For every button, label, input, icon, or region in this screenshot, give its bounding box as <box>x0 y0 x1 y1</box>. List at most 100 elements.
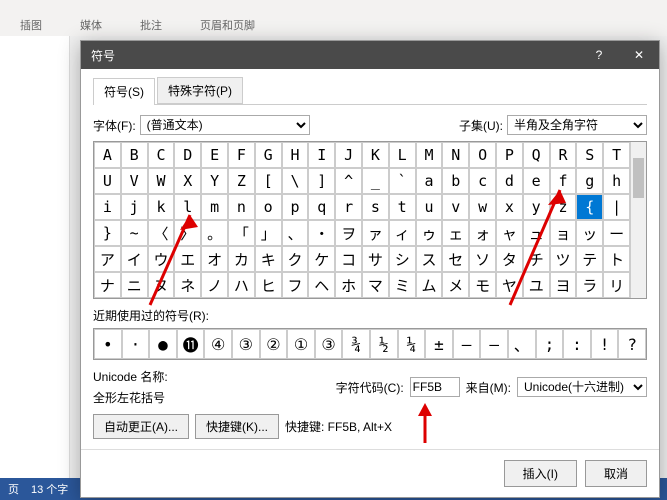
recent-cell[interactable]: ? <box>618 329 646 359</box>
shortcut-button[interactable]: 快捷键(K)... <box>195 414 279 439</box>
symbol-cell[interactable]: ュ <box>523 220 550 246</box>
symbol-cell[interactable]: P <box>496 142 523 168</box>
recent-cell[interactable]: — <box>453 329 481 359</box>
symbol-cell[interactable]: f <box>550 168 577 194</box>
symbol-cell[interactable]: A <box>94 142 121 168</box>
symbol-cell[interactable]: X <box>174 168 201 194</box>
recent-cell[interactable]: ¾ <box>342 329 370 359</box>
symbol-cell[interactable]: キ <box>255 246 282 272</box>
symbol-cell[interactable]: ァ <box>362 220 389 246</box>
symbol-cell[interactable]: D <box>174 142 201 168</box>
symbol-cell[interactable]: ォ <box>469 220 496 246</box>
symbol-cell[interactable]: エ <box>174 246 201 272</box>
symbol-cell[interactable]: 「 <box>228 220 255 246</box>
symbol-cell[interactable]: G <box>255 142 282 168</box>
symbol-cell[interactable]: シ <box>389 246 416 272</box>
symbol-cell[interactable]: ー <box>603 220 630 246</box>
symbol-cell[interactable]: ^ <box>335 168 362 194</box>
symbol-cell[interactable]: ト <box>603 246 630 272</box>
recent-cell[interactable]: ③ <box>315 329 343 359</box>
symbol-cell[interactable]: マ <box>362 272 389 298</box>
recent-cell[interactable]: ! <box>591 329 619 359</box>
cancel-button[interactable]: 取消 <box>585 460 647 487</box>
symbol-cell[interactable]: ヤ <box>496 272 523 298</box>
symbol-cell[interactable]: サ <box>362 246 389 272</box>
symbol-cell[interactable]: H <box>282 142 309 168</box>
symbol-cell[interactable]: p <box>282 194 309 220</box>
symbol-cell[interactable]: イ <box>121 246 148 272</box>
symbol-cell[interactable]: j <box>121 194 148 220</box>
symbol-cell[interactable]: モ <box>469 272 496 298</box>
help-button[interactable]: ? <box>579 41 619 69</box>
symbol-cell[interactable]: ャ <box>496 220 523 246</box>
recent-cell[interactable]: ½ <box>370 329 398 359</box>
symbol-cell[interactable]: { <box>576 194 603 220</box>
symbol-cell[interactable]: ヌ <box>148 272 175 298</box>
symbol-cell[interactable]: o <box>255 194 282 220</box>
symbol-cell[interactable]: S <box>576 142 603 168</box>
recent-cell[interactable]: ; <box>536 329 564 359</box>
symbol-cell[interactable]: L <box>389 142 416 168</box>
symbol-cell[interactable]: メ <box>442 272 469 298</box>
symbol-cell[interactable]: T <box>603 142 630 168</box>
symbol-cell[interactable]: c <box>469 168 496 194</box>
symbol-cell[interactable]: ] <box>308 168 335 194</box>
symbol-cell[interactable]: ` <box>389 168 416 194</box>
from-select[interactable]: Unicode(十六进制) <box>517 377 647 397</box>
symbol-cell[interactable]: ヨ <box>550 272 577 298</box>
symbol-cell[interactable]: O <box>469 142 496 168</box>
symbol-cell[interactable]: U <box>94 168 121 194</box>
symbol-cell[interactable]: [ <box>255 168 282 194</box>
symbol-cell[interactable]: セ <box>442 246 469 272</box>
symbol-cell[interactable]: s <box>362 194 389 220</box>
symbol-cell[interactable]: Y <box>201 168 228 194</box>
autocorrect-button[interactable]: 自动更正(A)... <box>93 414 189 439</box>
symbol-cell[interactable]: e <box>523 168 550 194</box>
symbol-cell[interactable]: K <box>362 142 389 168</box>
symbol-cell[interactable]: l <box>174 194 201 220</box>
symbol-cell[interactable]: ィ <box>389 220 416 246</box>
symbol-cell[interactable]: ミ <box>389 272 416 298</box>
recent-cell[interactable]: ¼ <box>398 329 426 359</box>
symbol-cell[interactable]: テ <box>576 246 603 272</box>
symbol-cell[interactable]: E <box>201 142 228 168</box>
recent-cell[interactable]: : <box>563 329 591 359</box>
symbol-cell[interactable]: ク <box>282 246 309 272</box>
symbol-cell[interactable]: n <box>228 194 255 220</box>
symbol-cell[interactable]: リ <box>603 272 630 298</box>
close-button[interactable]: ✕ <box>619 41 659 69</box>
recent-cell[interactable]: ± <box>425 329 453 359</box>
symbol-cell[interactable]: ゥ <box>416 220 443 246</box>
symbol-cell[interactable]: ヘ <box>308 272 335 298</box>
symbol-cell[interactable]: コ <box>335 246 362 272</box>
symbol-cell[interactable]: ア <box>94 246 121 272</box>
symbol-cell[interactable]: ~ <box>121 220 148 246</box>
insert-button[interactable]: 插入(I) <box>504 460 577 487</box>
symbol-cell[interactable]: h <box>603 168 630 194</box>
symbol-cell[interactable]: k <box>148 194 175 220</box>
symbol-cell[interactable]: I <box>308 142 335 168</box>
symbol-cell[interactable]: C <box>148 142 175 168</box>
symbol-cell[interactable]: ユ <box>523 272 550 298</box>
symbol-cell[interactable]: _ <box>362 168 389 194</box>
font-select[interactable]: (普通文本) <box>140 115 310 135</box>
symbol-cell[interactable]: タ <box>496 246 523 272</box>
recent-cell[interactable]: ④ <box>204 329 232 359</box>
charcode-input[interactable] <box>410 377 460 397</box>
symbol-cell[interactable]: オ <box>201 246 228 272</box>
grid-scrollbar[interactable] <box>630 142 646 298</box>
symbol-cell[interactable]: F <box>228 142 255 168</box>
tab-special[interactable]: 特殊字符(P) <box>157 77 243 104</box>
symbol-cell[interactable]: ム <box>416 272 443 298</box>
symbol-cell[interactable]: ッ <box>576 220 603 246</box>
symbol-cell[interactable]: Q <box>523 142 550 168</box>
symbol-cell[interactable]: ス <box>416 246 443 272</box>
recent-cell[interactable]: ② <box>260 329 288 359</box>
symbol-cell[interactable]: m <box>201 194 228 220</box>
symbol-cell[interactable]: b <box>442 168 469 194</box>
symbol-cell[interactable]: 」 <box>255 220 282 246</box>
symbol-cell[interactable]: \ <box>282 168 309 194</box>
symbol-cell[interactable]: z <box>550 194 577 220</box>
symbol-cell[interactable]: ソ <box>469 246 496 272</box>
symbol-grid[interactable]: ABCDEFGHIJKLMNOPQRSTUVWXYZ[\]^_`abcdefgh… <box>94 142 630 298</box>
